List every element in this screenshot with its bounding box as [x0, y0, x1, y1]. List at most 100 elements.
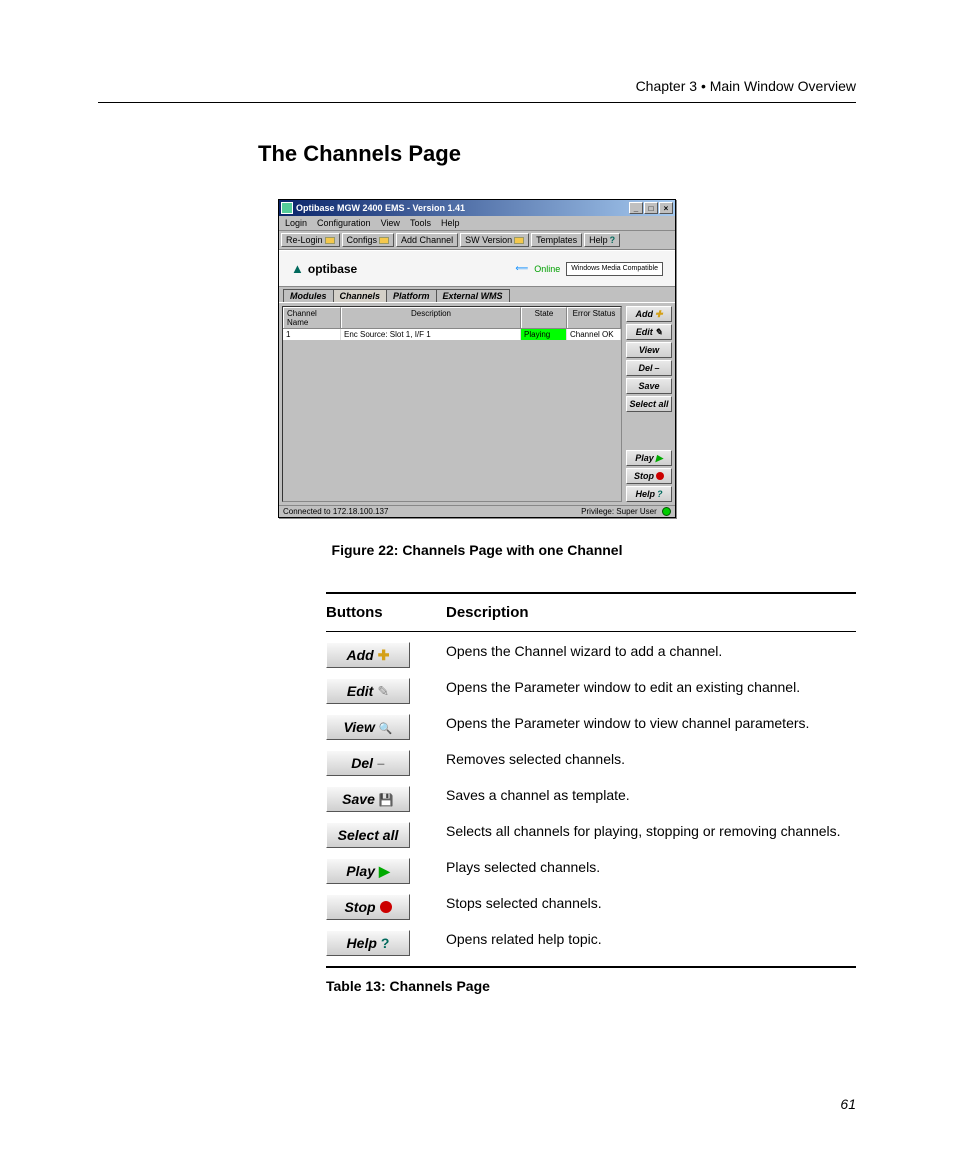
tab-external-wms[interactable]: External WMS — [436, 289, 510, 302]
edit-button-graphic: Edit — [326, 678, 410, 704]
brand-row: ▲ optibase ⟸ Online Windows Media Compat… — [279, 250, 675, 287]
folder-icon — [379, 237, 389, 244]
question-icon — [381, 935, 390, 951]
menu-login[interactable]: Login — [285, 218, 307, 228]
menu-configuration[interactable]: Configuration — [317, 218, 371, 228]
desc-text: Removes selected channels. — [446, 750, 856, 768]
maximize-button[interactable]: □ — [644, 202, 658, 214]
tab-platform[interactable]: Platform — [386, 289, 437, 302]
desc-row-help: Help Opens related help topic. — [326, 920, 856, 968]
tab-channels[interactable]: Channels — [333, 289, 388, 302]
desc-row-edit: Edit Opens the Parameter window to edit … — [326, 668, 856, 704]
col-state[interactable]: State — [521, 307, 567, 328]
app-icon — [281, 202, 293, 214]
header-buttons: Buttons — [326, 604, 446, 621]
plus-icon: ✚ — [655, 309, 663, 320]
desc-row-select-all: Select all Selects all channels for play… — [326, 812, 856, 848]
minus-icon — [377, 755, 385, 771]
table-row[interactable]: 1 Enc Source: Slot 1, I/F 1 Playing Chan… — [283, 329, 621, 340]
search-icon — [379, 719, 393, 735]
desc-text: Saves a channel as template. — [446, 786, 856, 804]
question-icon: ? — [610, 235, 616, 245]
col-error-status[interactable]: Error Status — [567, 307, 621, 328]
desc-row-stop: Stop Stops selected channels. — [326, 884, 856, 920]
select-all-button[interactable]: Select all — [626, 396, 672, 412]
status-right: Privilege: Super User — [581, 507, 657, 516]
bullet: • — [701, 78, 706, 94]
minus-icon: – — [655, 363, 660, 373]
question-icon: ? — [657, 489, 663, 499]
help-side-button[interactable]: Help? — [626, 486, 672, 502]
cell-state: Playing — [521, 329, 567, 340]
stop-button-graphic: Stop — [326, 894, 410, 920]
del-button-graphic: Del — [326, 750, 410, 776]
title-bar: Optibase MGW 2400 EMS - Version 1.41 _ □… — [279, 200, 675, 216]
pencil-icon — [377, 683, 389, 700]
header-description: Description — [446, 604, 529, 621]
toolbar: Re-Login Configs Add Channel SW Version … — [279, 231, 675, 250]
plus-icon — [378, 647, 390, 664]
minimize-button[interactable]: _ — [629, 202, 643, 214]
table-area: Channel Name Description State Error Sta… — [279, 302, 675, 505]
close-button[interactable]: × — [659, 202, 673, 214]
col-description[interactable]: Description — [341, 307, 521, 328]
desc-text: Opens related help topic. — [446, 930, 856, 948]
pencil-icon: ✎ — [655, 327, 663, 338]
stop-icon — [380, 901, 392, 913]
figure-caption: Figure 22: Channels Page with one Channe… — [98, 542, 856, 558]
desc-row-save: Save Saves a channel as template. — [326, 776, 856, 812]
folder-icon — [514, 237, 524, 244]
folder-icon — [325, 237, 335, 244]
play-button-graphic: Play — [326, 858, 410, 884]
relogin-button[interactable]: Re-Login — [281, 233, 340, 247]
desc-text: Plays selected channels. — [446, 858, 856, 876]
cell-description: Enc Source: Slot 1, I/F 1 — [341, 329, 521, 340]
menu-help[interactable]: Help — [441, 218, 460, 228]
online-label: Online — [534, 264, 560, 274]
templates-button[interactable]: Templates — [531, 233, 582, 247]
channel-grid: Channel Name Description State Error Sta… — [282, 306, 622, 502]
desc-text: Selects all channels for playing, stoppi… — [446, 822, 856, 840]
desc-text: Opens the Channel wizard to add a channe… — [446, 642, 856, 660]
help-button[interactable]: Help? — [584, 233, 620, 247]
brand: ▲ optibase — [291, 261, 357, 276]
desc-row-add: Add Opens the Channel wizard to add a ch… — [326, 632, 856, 668]
play-button[interactable]: Play▶ — [626, 450, 672, 466]
page-number: 61 — [840, 1096, 856, 1112]
window-title: Optibase MGW 2400 EMS - Version 1.41 — [296, 203, 465, 213]
cell-error-status: Channel OK — [567, 329, 621, 340]
side-buttons: Add✚ Edit✎ View Del– Save Select all Pla… — [626, 306, 672, 502]
view-button[interactable]: View — [626, 342, 672, 358]
brand-label: optibase — [308, 262, 357, 276]
section-title: The Channels Page — [258, 141, 856, 167]
status-led-icon — [662, 507, 671, 516]
play-icon — [379, 863, 390, 880]
chapter-label: Chapter 3 — [636, 78, 697, 94]
desc-table: Buttons Description Add Opens the Channe… — [326, 592, 856, 968]
add-button-graphic: Add — [326, 642, 410, 668]
save-button-graphic: Save — [326, 786, 410, 812]
menu-tools[interactable]: Tools — [410, 218, 431, 228]
stop-icon — [656, 472, 664, 480]
online-arrow-icon: ⟸ — [515, 263, 528, 274]
stop-button[interactable]: Stop — [626, 468, 672, 484]
tab-modules[interactable]: Modules — [283, 289, 334, 302]
desc-text: Stops selected channels. — [446, 894, 856, 912]
table-caption: Table 13: Channels Page — [326, 978, 856, 994]
sw-version-button[interactable]: SW Version — [460, 233, 529, 247]
menu-view[interactable]: View — [381, 218, 400, 228]
desc-row-del: Del Removes selected channels. — [326, 740, 856, 776]
del-button[interactable]: Del– — [626, 360, 672, 376]
edit-button[interactable]: Edit✎ — [626, 324, 672, 340]
add-channel-button[interactable]: Add Channel — [396, 233, 458, 247]
desc-row-play: Play Plays selected channels. — [326, 848, 856, 884]
windows-media-badge: Windows Media Compatible — [566, 262, 663, 276]
col-channel-name[interactable]: Channel Name — [283, 307, 341, 328]
configs-button[interactable]: Configs — [342, 233, 395, 247]
desc-text: Opens the Parameter window to edit an ex… — [446, 678, 856, 696]
page-header: Chapter 3 • Main Window Overview — [98, 78, 856, 103]
help-button-graphic: Help — [326, 930, 410, 956]
add-button[interactable]: Add✚ — [626, 306, 672, 322]
select-all-button-graphic: Select all — [326, 822, 410, 848]
save-button[interactable]: Save — [626, 378, 672, 394]
